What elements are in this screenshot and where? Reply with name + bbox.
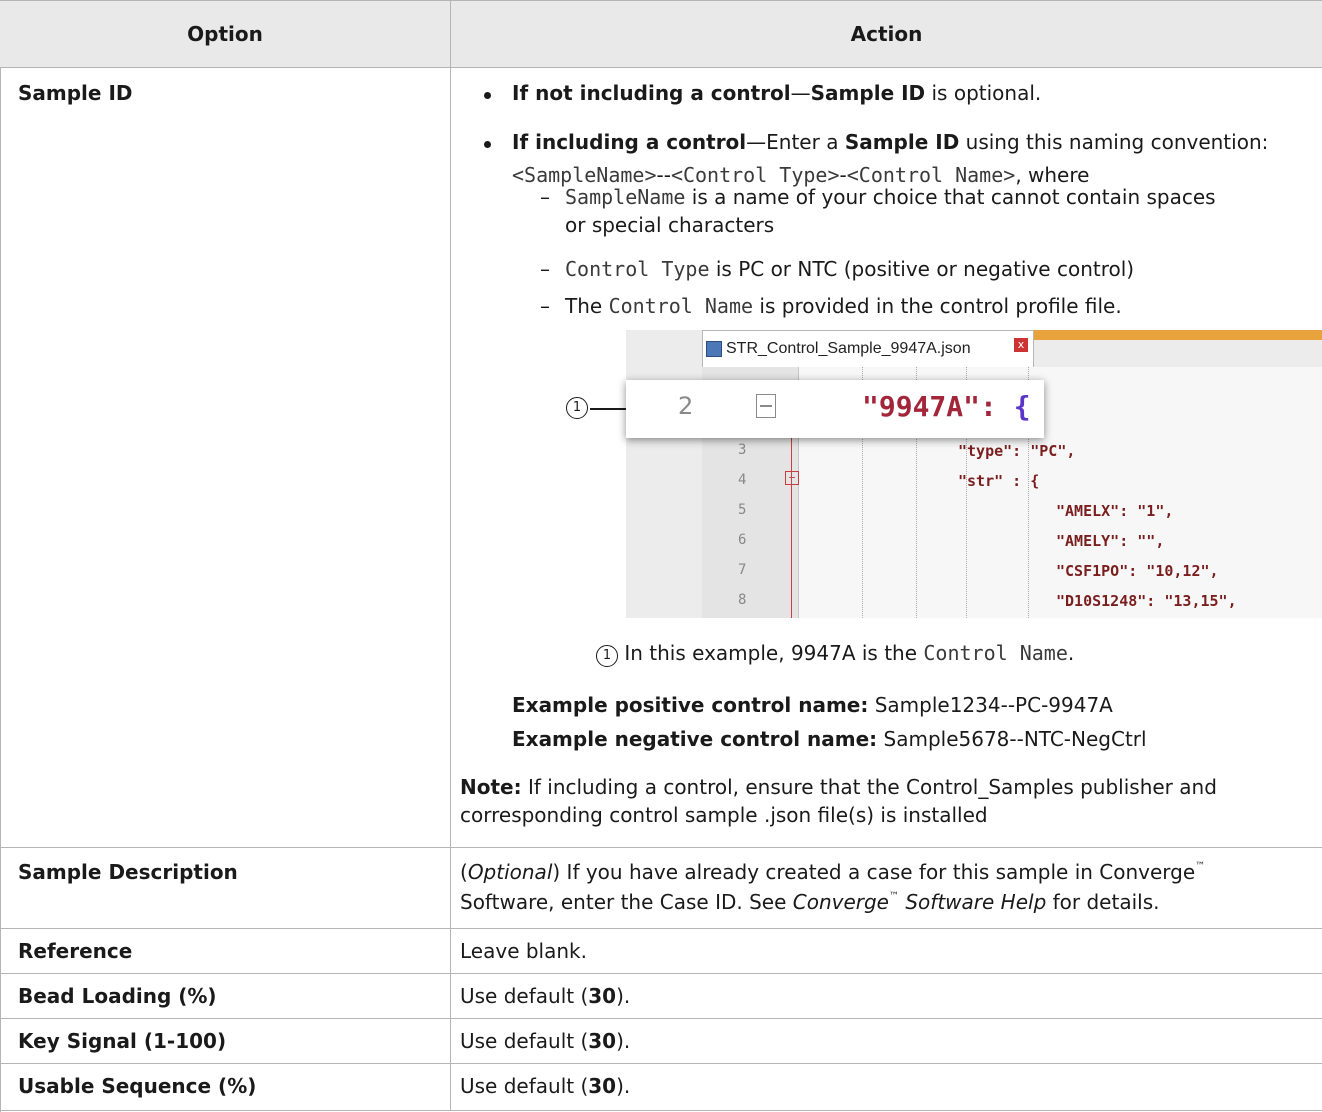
callout-leader-line: [590, 408, 626, 410]
option-sample-description: Sample Description: [18, 860, 238, 884]
code-line: "CSF1PO": "10,12",: [1056, 562, 1219, 580]
column-divider: [450, 848, 451, 928]
fold-toggle-icon: −: [785, 471, 799, 485]
option-sample-id: Sample ID: [18, 81, 133, 105]
line-number: 5: [738, 502, 747, 518]
column-divider: [450, 67, 451, 847]
option-label: Key Signal (1-100): [18, 1029, 227, 1053]
line-number: 4: [738, 472, 747, 488]
control-profile-screenshot: STR_Control_Sample_9947A.json x − 3 "typ…: [626, 330, 1322, 618]
callout-number: 1: [596, 645, 618, 667]
sub-item-samplename: SampleName is a name of your choice that…: [565, 185, 1216, 209]
table-row: Bead Loading (%) Use default (30).: [0, 974, 1322, 1019]
magnified-line-number: 2: [678, 392, 694, 420]
sub-item-samplename-cont: or special characters: [565, 213, 775, 237]
sub-item-control-type: Control Type is PC or NTC (positive or n…: [565, 257, 1135, 281]
code-line: "str" : {: [958, 472, 1040, 490]
action-text: Use default (30).: [460, 1029, 631, 1053]
table-row-sample-description: Sample Description (Optional) If you hav…: [0, 848, 1322, 929]
code-line: "AMELX": "1",: [1056, 502, 1174, 520]
line-number: 3: [738, 442, 747, 458]
example-negative: Example negative control name: Sample567…: [512, 727, 1147, 751]
note: Note: If including a control, ensure tha…: [460, 775, 1217, 799]
column-divider: [450, 929, 451, 973]
line-number: 7: [738, 562, 747, 578]
callout-marker: 1: [566, 397, 588, 419]
code-line: "type": "PC",: [958, 442, 1076, 460]
header-option: Option: [187, 22, 263, 46]
table-row: Usable Sequence (%) Use default (30).: [0, 1064, 1322, 1111]
bullet-including-control: If including a control—Enter a Sample ID…: [512, 130, 1269, 154]
action-text: Use default (30).: [460, 1074, 631, 1098]
magnified-code: "9947A": {: [862, 390, 1031, 423]
magnified-line: 2 "9947A": {: [626, 380, 1044, 438]
fold-line: [791, 430, 792, 618]
naming-convention: <SampleName>--<Control Type>-<Control Na…: [512, 163, 1090, 187]
line-number: 6: [738, 532, 747, 548]
note-cont: corresponding control sample .json file(…: [460, 803, 988, 827]
dash-marker: –: [540, 257, 550, 281]
screenshot-caption: 1 In this example, 9947A is the Control …: [596, 641, 1074, 668]
line-number: 8: [738, 592, 747, 608]
option-label: Bead Loading (%): [18, 984, 217, 1008]
table-header-row: Option Action: [0, 0, 1322, 68]
example-positive: Example positive control name: Sample123…: [512, 693, 1113, 717]
code-line: "AMELY": "",: [1056, 532, 1165, 550]
column-divider: [450, 974, 451, 1018]
table-row: Reference Leave blank.: [0, 929, 1322, 974]
option-label: Usable Sequence (%): [18, 1074, 257, 1098]
table-row: Key Signal (1-100) Use default (30).: [0, 1019, 1322, 1064]
dash-marker: –: [540, 185, 550, 209]
column-divider: [450, 1064, 451, 1110]
bullet-not-including-control: If not including a control—Sample ID is …: [512, 81, 1042, 105]
dash-marker: –: [540, 294, 550, 318]
editor-tab-title: STR_Control_Sample_9947A.json: [726, 340, 971, 357]
bullet-marker: [484, 92, 491, 99]
tab-close-icon: x: [1014, 338, 1028, 352]
action-text: Use default (30).: [460, 984, 631, 1008]
sample-description-line2: Software, enter the Case ID. See Converg…: [460, 890, 1160, 914]
option-label: Reference: [18, 939, 133, 963]
column-divider: [450, 1019, 451, 1063]
action-text: Leave blank.: [460, 939, 587, 963]
header-action: Action: [850, 22, 923, 46]
sub-item-control-name: The Control Name is provided in the cont…: [565, 294, 1122, 318]
options-table: Option Action Sample ID If not including…: [0, 0, 1322, 1112]
bullet-marker: [484, 141, 491, 148]
code-line: "D10S1248": "13,15",: [1056, 592, 1237, 610]
collapse-icon: [756, 394, 776, 418]
column-divider: [450, 1, 451, 67]
sample-description-line1: (Optional) If you have already created a…: [460, 860, 1206, 884]
save-disk-icon: [706, 341, 722, 357]
